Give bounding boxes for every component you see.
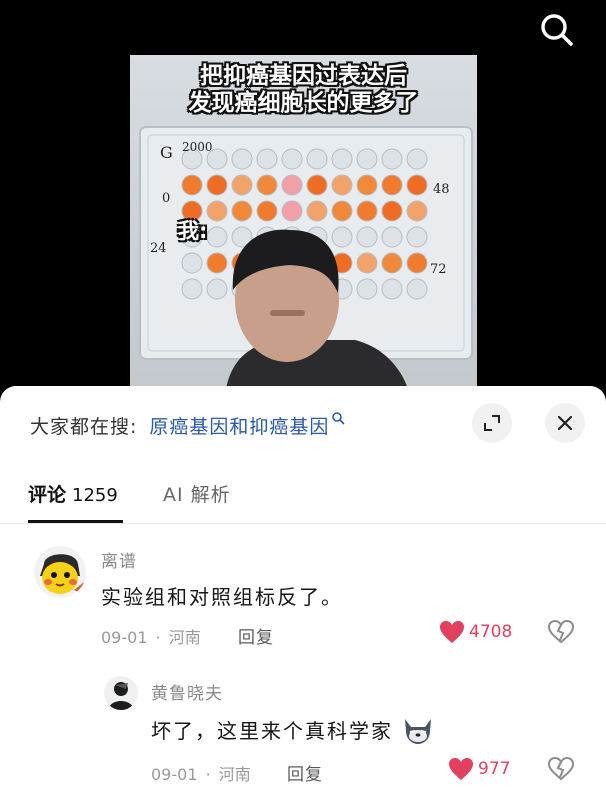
plate-well (406, 252, 428, 274)
avatar[interactable] (104, 676, 138, 710)
plate-well (406, 278, 428, 300)
video-caption: 把抑癌基因过表达后 发现癌细胞长的更多了 (130, 63, 477, 117)
comment-location: 河南 (168, 628, 201, 647)
dislike-button[interactable] (547, 756, 575, 785)
comments-sheet: 大家都在搜: 原癌基因和抑癌基因 评论 1259 AI 解析 离谱 实验组和对照… (0, 386, 606, 800)
comment-username[interactable]: 离谱 (101, 547, 137, 572)
plate-well (356, 278, 378, 300)
plate-label-72: 72 (430, 262, 447, 277)
plate-well (181, 252, 203, 274)
active-tab-indicator (28, 520, 123, 523)
comment-text: 实验组和对照组标反了。 (101, 585, 343, 609)
search-icon[interactable] (537, 10, 577, 50)
close-button[interactable] (545, 403, 585, 443)
plate-well (381, 278, 403, 300)
plate-well (281, 200, 303, 222)
plate-well (406, 148, 428, 170)
plate-well (406, 174, 428, 196)
heart-icon (449, 758, 473, 780)
plate-well (356, 252, 378, 274)
plate-well (331, 148, 353, 170)
trending-search-prefix: 大家都在搜: (30, 415, 138, 438)
plate-well (231, 200, 253, 222)
comment-date: 09-01 (151, 765, 198, 784)
broken-heart-icon (547, 619, 575, 644)
plate-well (406, 200, 428, 222)
plate-well (331, 226, 353, 248)
tab-ai-analysis[interactable]: AI 解析 (163, 480, 231, 507)
plate-well (381, 174, 403, 196)
plate-well (306, 174, 328, 196)
broken-heart-icon (547, 756, 575, 781)
search-small-icon (332, 412, 345, 425)
comment-tabs: 评论 1259 AI 解析 (0, 466, 606, 524)
plate-well (281, 148, 303, 170)
plate-well (181, 278, 203, 300)
comment-meta: 09-01 · 河南 (101, 628, 201, 647)
trending-search-term[interactable]: 原癌基因和抑癌基因 (149, 412, 329, 439)
like-count: 4708 (469, 622, 513, 642)
plate-well (331, 200, 353, 222)
plate-well (381, 200, 403, 222)
plate-label-24: 24 (150, 241, 167, 256)
like-button[interactable]: 4708 (439, 620, 512, 644)
like-count: 977 (478, 759, 511, 779)
heart-icon (440, 621, 464, 643)
plate-well (231, 148, 253, 170)
video-player[interactable]: G 2000 0 24 48 72 把抑癌基因过表达后 发现癌细胞长的更多了 我… (130, 55, 477, 395)
plate-well (381, 252, 403, 274)
video-caption-line-1: 把抑癌基因过表达后 (200, 63, 407, 89)
avatar[interactable] (34, 546, 86, 598)
plate-well (356, 226, 378, 248)
close-icon (557, 415, 573, 431)
plate-label-0: 0 (162, 191, 170, 206)
reply-button[interactable]: 回复 (287, 760, 323, 785)
plate-well (256, 200, 278, 222)
plate-well (381, 226, 403, 248)
plate-label-top: 2000 (182, 140, 213, 154)
like-button[interactable]: 977 (448, 757, 510, 781)
screen: G 2000 0 24 48 72 把抑癌基因过表达后 发现癌细胞长的更多了 我… (0, 0, 606, 800)
plate-well (306, 148, 328, 170)
dislike-button[interactable] (547, 619, 575, 648)
plate-label-48: 48 (433, 182, 450, 197)
plate-well (356, 174, 378, 196)
comment-meta: 09-01 · 河南 (151, 765, 251, 784)
plate-well (381, 148, 403, 170)
plate-well (206, 278, 228, 300)
plate-well (306, 200, 328, 222)
plate-well (256, 174, 278, 196)
plate-well (206, 226, 228, 248)
plate-well (206, 174, 228, 196)
plate-well (181, 174, 203, 196)
plate-label-g: G (160, 143, 173, 162)
plate-well (356, 200, 378, 222)
comment-location: 河南 (218, 765, 251, 784)
comment-date: 09-01 (101, 628, 148, 647)
plate-well (206, 252, 228, 274)
expand-button[interactable] (472, 403, 512, 443)
comment-text-content: 坏了，这里来个真科学家 (151, 719, 393, 743)
plate-well (206, 200, 228, 222)
tab-comments-count: 1259 (72, 485, 118, 506)
plate-well (231, 174, 253, 196)
wolf-emoji-icon (405, 719, 432, 744)
trending-search-row[interactable]: 大家都在搜: 原癌基因和抑癌基因 (30, 410, 345, 440)
comment-username[interactable]: 黄鲁晓夫 (151, 679, 223, 704)
video-caption-line-2: 发现癌细胞长的更多了 (188, 90, 419, 116)
plate-well (256, 148, 278, 170)
tab-comments[interactable]: 评论 1259 (28, 480, 118, 507)
plate-well (331, 174, 353, 196)
reply-button[interactable]: 回复 (238, 623, 274, 648)
plate-well (281, 174, 303, 196)
plate-well (356, 148, 378, 170)
tab-comments-label: 评论 (28, 484, 67, 506)
comment-text: 坏了，这里来个真科学家 (151, 715, 435, 745)
video-overlay-me: 我: (178, 219, 208, 243)
plate-well (406, 226, 428, 248)
expand-icon (484, 415, 500, 431)
